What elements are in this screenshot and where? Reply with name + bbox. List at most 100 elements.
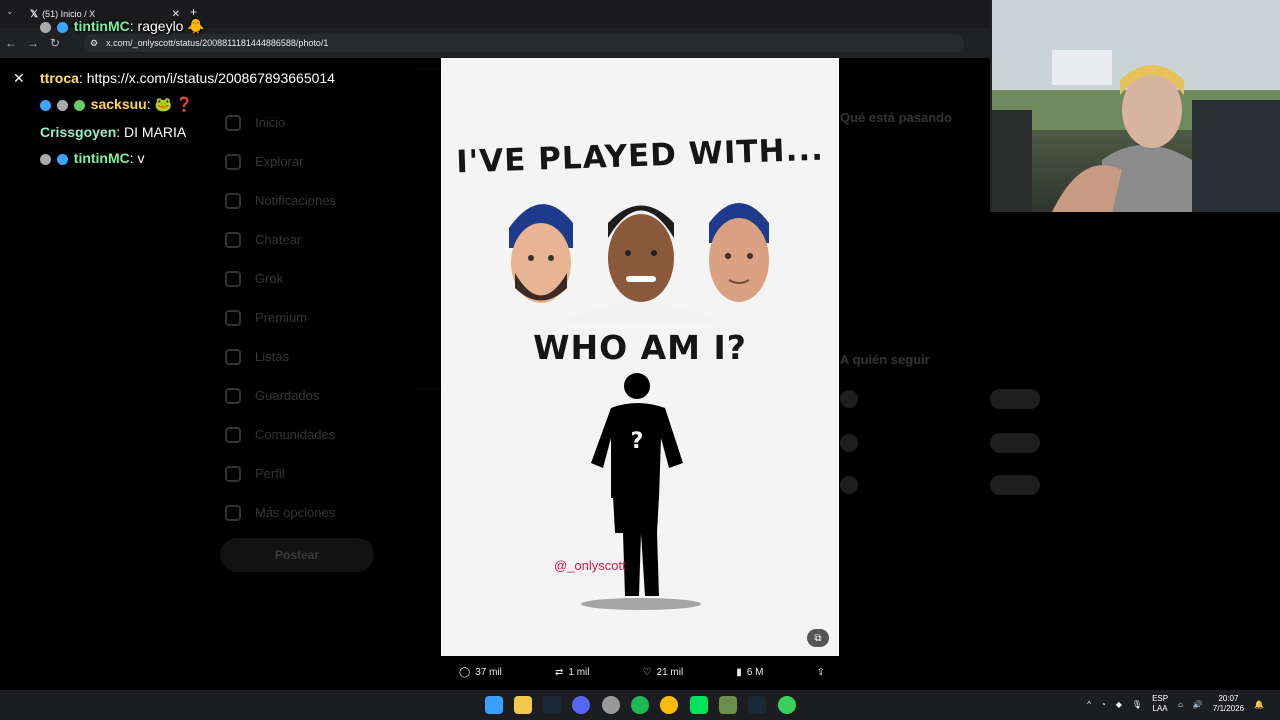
discord-icon[interactable] [572,696,590,714]
sidebar-nav: Inicio Explorar Notificaciones Chatear Grok P… [225,103,336,532]
image-options-icon[interactable]: ⧉ [807,629,829,647]
sidebar-item-label: Premium [255,310,308,325]
sidebar-item[interactable]: Grok [225,259,336,298]
sidebar-item[interactable]: Más opciones [225,493,336,532]
kick-icon[interactable] [690,696,708,714]
follow-suggestion [840,470,1040,500]
chat-badge-icon [56,153,68,165]
post-photo[interactable]: I'VE PLAYED WITH... WHO AM I? ? @_onlysc… [441,58,839,656]
sidebar-item[interactable]: Explorar [225,142,336,181]
chat-message: tintinMC: v [40,150,145,166]
site-info-icon[interactable]: ⚙ [90,38,98,49]
sidebar-item[interactable]: Inicio [225,103,336,142]
person-icon [225,465,241,482]
forward-icon[interactable]: → [22,36,44,50]
chat-message: ttroca: https://x.com/i/status/200867893… [40,70,335,86]
volume-icon[interactable]: 🔊 [1193,700,1203,709]
list-icon [225,348,241,365]
chat-username: tintinMC [73,150,130,166]
windows-taskbar: ^ ◔ ◆ 🎙 ESP LAA ⌂ 🔊 20:07 7/1/2026 🔔 [0,690,1280,720]
clock[interactable]: 20:07 7/1/2026 [1213,694,1244,714]
views-button[interactable]: ▮ 6 M [736,667,763,678]
network-icon[interactable]: ◔ [1101,700,1106,709]
repost-button[interactable]: ⇄ 1 mil [555,667,590,678]
silhouette-question-mark: ? [631,429,644,454]
sidebar-item-label: Comunidades [255,427,336,442]
wifi-icon[interactable]: ⌂ [1178,700,1183,709]
defender-icon[interactable]: ◆ [1116,700,1122,709]
heart-icon: ♡ [642,666,652,678]
steam-icon[interactable] [748,696,766,714]
sidebar-item[interactable]: Notificaciones [225,181,336,220]
follow-suggestion [840,384,1040,414]
chat-username: Crissgoyen [40,124,117,140]
sidebar-item-label: Notificaciones [255,193,336,208]
start-icon[interactable] [485,696,503,714]
chat-badge-icon [56,21,68,33]
like-count: 21 mil [656,666,684,678]
url-text: x.com/_onlyscott/status/2008811181444886… [106,38,329,48]
share-button[interactable]: ⇪ [817,667,825,678]
like-button[interactable]: ♡ 21 mil [643,667,684,678]
sidebar-item[interactable]: Premium [225,298,336,337]
tab-search-icon[interactable]: ⌄ [6,6,14,17]
settings-icon[interactable] [602,696,620,714]
chat-text: rageylo [137,18,184,34]
chrome-icon[interactable] [660,696,678,714]
keyboard-layout: LAA [1152,704,1168,713]
trends-title: Qué está pasando [840,110,952,125]
follow-button[interactable] [990,475,1040,495]
sidebar-item-label: Listas [255,349,289,364]
follow-button[interactable] [990,433,1040,453]
follow-button[interactable] [990,389,1040,409]
steam-icon[interactable] [543,696,561,714]
sidebar-item[interactable]: Listas [225,337,336,376]
emote-icon: 🐥 [187,18,205,34]
reload-icon[interactable]: ↻ [44,36,66,50]
chat-username: tintinMC [73,18,130,34]
people-icon [225,426,241,443]
spotify-icon[interactable] [631,696,649,714]
chevron-up-icon[interactable]: ^ [1087,700,1091,709]
photo-title: I'VE PLAYED WITH... [455,131,825,181]
game-launcher-icon[interactable] [778,696,796,714]
follow-suggestion [840,428,1040,458]
sidebar-item-label: Guardados [255,388,320,403]
who-to-follow-title: A quién seguir [840,352,930,367]
sidebar-item[interactable]: Perfil [225,454,336,493]
sidebar-item[interactable]: Guardados [225,376,336,415]
chat-text: v [137,150,145,166]
x-logo-icon [225,309,241,326]
post-button[interactable]: Postear [220,538,374,572]
chat-text: https://x.com/i/status/200867893665014 [86,70,335,86]
sidebar-item-label: Más opciones [255,505,336,520]
more-icon [225,504,241,521]
chat-badge-icon [73,99,85,111]
language-code: ESP [1152,694,1169,703]
microphone-icon[interactable]: 🎙 [1132,700,1142,709]
back-icon[interactable]: ← [0,36,22,50]
reply-button[interactable]: ◯ 37 mil [459,667,502,678]
minecraft-icon[interactable] [719,696,737,714]
streamer-webcam [990,0,1280,212]
bookmark-icon [225,387,241,404]
file-explorer-icon[interactable] [514,696,532,714]
x-logo-icon: 𝕏 [30,8,39,20]
sidebar-item[interactable]: Comunidades [225,415,336,454]
question-emote-icon: ❓ [175,96,194,112]
avatar [840,476,858,494]
pepe-emote-icon: 🐸 [154,96,172,112]
home-icon [225,114,241,131]
notification-icon[interactable]: 🔔 [1254,700,1264,709]
address-bar[interactable]: ⚙ x.com/_onlyscott/status/20088111814448… [84,34,964,52]
players-illustration [509,203,769,323]
reply-icon: ◯ [459,666,471,678]
language-indicator[interactable]: ESP LAA [1152,694,1168,714]
new-tab-icon[interactable]: + [190,5,197,19]
sidebar-item-label: Explorar [255,154,304,169]
player-face-right [709,203,769,302]
chat-message: sacksuu: 🐸 ❓ [40,96,193,113]
sidebar-item[interactable]: Chatear [225,220,336,259]
close-media-icon[interactable]: ✕ [13,70,25,87]
bell-icon [225,192,241,209]
